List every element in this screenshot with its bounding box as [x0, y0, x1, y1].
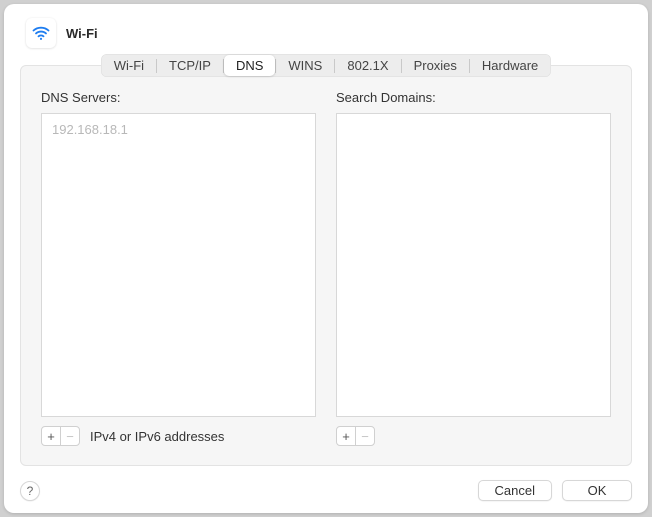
tab-wifi[interactable]: Wi-Fi: [102, 55, 156, 76]
tab-panel: DNS Servers: 192.168.18.1 + − IPv4 or IP…: [20, 65, 632, 466]
cancel-button[interactable]: Cancel: [478, 480, 552, 501]
columns: DNS Servers: 192.168.18.1 + − IPv4 or IP…: [41, 90, 611, 447]
dns-servers-list[interactable]: 192.168.18.1: [41, 113, 316, 417]
network-advanced-window: Wi-Fi Wi-Fi TCP/IP DNS WINS 802.1X Proxi…: [4, 4, 648, 513]
search-domains-column: Search Domains: + −: [336, 90, 611, 447]
segmented-control: Wi-Fi TCP/IP DNS WINS 802.1X Proxies Har…: [101, 54, 552, 77]
dns-servers-column: DNS Servers: 192.168.18.1 + − IPv4 or IP…: [41, 90, 316, 447]
help-button[interactable]: ?: [20, 481, 40, 501]
wifi-icon: [26, 18, 56, 48]
dns-servers-hint: IPv4 or IPv6 addresses: [90, 429, 224, 444]
search-domains-list[interactable]: [336, 113, 611, 417]
tab-dns[interactable]: DNS: [224, 55, 275, 76]
tab-wins[interactable]: WINS: [276, 55, 334, 76]
search-domains-controls: + −: [336, 425, 611, 447]
remove-dns-server-button[interactable]: −: [60, 426, 80, 446]
window-title: Wi-Fi: [66, 26, 98, 41]
search-domains-addremove: + −: [336, 426, 375, 446]
add-search-domain-button[interactable]: +: [336, 426, 356, 446]
tab-8021x[interactable]: 802.1X: [335, 55, 400, 76]
search-domains-label: Search Domains:: [336, 90, 611, 105]
tab-hardware[interactable]: Hardware: [470, 55, 550, 76]
dns-servers-controls: + − IPv4 or IPv6 addresses: [41, 425, 316, 447]
footer: ? Cancel OK: [20, 480, 632, 501]
tab-bar: Wi-Fi TCP/IP DNS WINS 802.1X Proxies Har…: [20, 54, 632, 77]
dns-servers-addremove: + −: [41, 426, 80, 446]
add-dns-server-button[interactable]: +: [41, 426, 61, 446]
title-row: Wi-Fi: [20, 18, 632, 48]
tab-proxies[interactable]: Proxies: [402, 55, 469, 76]
ok-button[interactable]: OK: [562, 480, 632, 501]
remove-search-domain-button[interactable]: −: [355, 426, 375, 446]
tab-tcpip[interactable]: TCP/IP: [157, 55, 223, 76]
dns-server-entry[interactable]: 192.168.18.1: [52, 120, 305, 140]
dns-servers-label: DNS Servers:: [41, 90, 316, 105]
